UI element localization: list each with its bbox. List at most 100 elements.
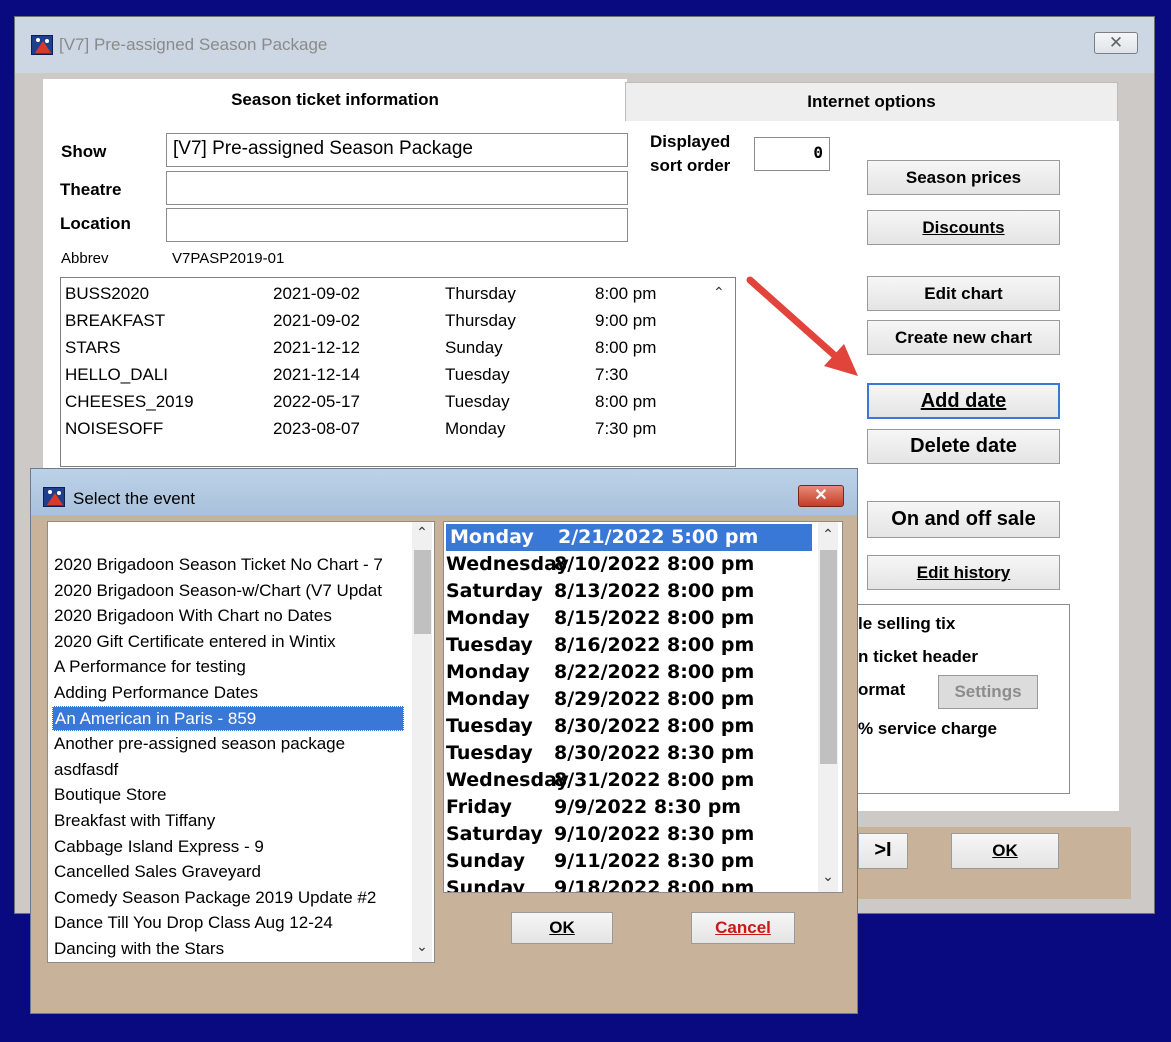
performance-row[interactable]: CHEESES_2019 2022-05-17 Tuesday 8:00 pm xyxy=(61,388,701,415)
dialog-ok-button[interactable]: OK xyxy=(511,912,613,944)
date-datetime: 8/22/2022 8:00 pm xyxy=(554,661,755,683)
date-day: Tuesday xyxy=(446,715,533,737)
event-list-item[interactable]: Dancing with the Stars xyxy=(52,936,224,961)
date-list-item[interactable]: Monday 2/21/2022 5:00 pm xyxy=(446,524,812,551)
date-day: Tuesday xyxy=(446,742,533,764)
date-list-item[interactable]: Tuesday 8/30/2022 8:00 pm xyxy=(446,713,754,740)
app-icon xyxy=(31,35,53,55)
date-list-item[interactable]: Monday 8/22/2022 8:00 pm xyxy=(446,659,754,686)
scroll-up-icon[interactable]: ⌃ xyxy=(818,526,838,543)
event-list-item[interactable]: asdfasdf xyxy=(52,757,118,782)
performance-time: 7:30 pm xyxy=(595,419,657,438)
performance-row[interactable]: HELLO_DALI 2021-12-14 Tuesday 7:30 xyxy=(61,361,701,388)
date-list-scrollbar[interactable]: ⌃ ⌄ xyxy=(818,522,838,892)
dialog-cancel-button[interactable]: Cancel xyxy=(691,912,795,944)
location-label: Location xyxy=(60,214,131,233)
delete-date-button[interactable]: Delete date xyxy=(867,429,1060,464)
date-day: Monday xyxy=(446,661,530,683)
edit-chart-button[interactable]: Edit chart xyxy=(867,276,1060,311)
on-off-sale-button[interactable]: On and off sale xyxy=(867,501,1060,538)
event-list[interactable]: 2020 Brigadoon Season Ticket No Chart - … xyxy=(47,521,435,963)
settings-button[interactable]: Settings xyxy=(938,675,1038,709)
season-prices-button[interactable]: Season prices xyxy=(867,160,1060,195)
scroll-thumb[interactable] xyxy=(820,550,837,764)
date-list-item[interactable]: Friday 9/9/2022 8:30 pm xyxy=(446,794,741,821)
event-list-item[interactable]: 2020 Brigadoon Season-w/Chart (V7 Updat xyxy=(52,578,382,603)
event-list-item[interactable]: Breakfast with Tiffany xyxy=(52,808,215,833)
performance-list[interactable]: BUSS2020 2021-09-02 Thursday 8:00 pm BREAKFA… xyxy=(60,277,736,467)
main-titlebar: [V7] Pre-assigned Season Package ✕ xyxy=(15,17,1154,73)
performance-row[interactable]: BREAKFAST 2021-09-02 Thursday 9:00 pm xyxy=(61,307,701,334)
date-list-item[interactable]: Tuesday 8/30/2022 8:30 pm xyxy=(446,740,754,767)
annotation-arrow-icon xyxy=(746,276,858,376)
event-list-item[interactable]: An American in Paris - 859 xyxy=(52,705,404,731)
event-list-item[interactable]: 2020 Brigadoon With Chart no Dates xyxy=(52,603,332,628)
date-list[interactable]: Monday 2/21/2022 5:00 pm Wednesday8/10/202… xyxy=(443,521,843,893)
performance-code: BUSS2020 xyxy=(65,284,150,303)
date-list-item[interactable]: Saturday 9/10/2022 8:30 pm xyxy=(446,821,754,848)
main-ok-button[interactable]: OK xyxy=(951,833,1059,869)
discounts-button[interactable]: Discounts xyxy=(867,210,1060,245)
event-list-item[interactable]: Comedy Season Package 2019 Update #2 xyxy=(52,885,376,910)
performance-code: BREAKFAST xyxy=(65,311,166,330)
option-selling-tix: le selling tix xyxy=(858,614,956,633)
date-day: Wednesday xyxy=(446,769,569,791)
create-new-chart-button[interactable]: Create new chart xyxy=(867,320,1060,355)
scroll-down-icon[interactable]: ⌄ xyxy=(412,938,432,955)
event-list-item[interactable]: 2020 Brigadoon Season Ticket No Chart - … xyxy=(52,552,383,577)
performance-row[interactable]: STARS 2021-12-12 Sunday 8:00 pm xyxy=(61,334,701,361)
event-list-item[interactable]: Dance Till You Drop Class Aug 12-24 xyxy=(52,910,333,935)
option-service-charge: % service charge xyxy=(858,719,997,738)
event-list-item[interactable]: Another pre-assigned season package xyxy=(52,731,345,756)
tab-season-ticket-information[interactable]: Season ticket information xyxy=(43,79,627,125)
date-datetime: 8/15/2022 8:00 pm xyxy=(554,607,755,629)
show-field[interactable]: [V7] Pre-assigned Season Package xyxy=(166,133,628,167)
performance-code: NOISESOFF xyxy=(65,419,164,438)
event-list-item[interactable]: Boutique Store xyxy=(52,782,166,807)
date-datetime: 9/9/2022 8:30 pm xyxy=(554,796,742,818)
date-list-item[interactable]: Wednesday8/10/2022 8:00 pm xyxy=(446,551,754,578)
date-datetime: 2/21/2022 5:00 pm xyxy=(558,526,759,548)
sort-order-field[interactable]: 0 xyxy=(754,137,830,171)
date-list-item[interactable]: Tuesday 8/16/2022 8:00 pm xyxy=(446,632,754,659)
performance-date: 2021-09-02 xyxy=(273,284,360,303)
edit-history-button[interactable]: Edit history xyxy=(867,555,1060,590)
date-day: Saturday xyxy=(446,580,543,602)
performance-row[interactable]: BUSS2020 2021-09-02 Thursday 8:00 pm xyxy=(61,280,701,307)
theatre-field[interactable] xyxy=(166,171,628,205)
event-list-scrollbar[interactable]: ⌃ ⌄ xyxy=(412,522,432,962)
location-field[interactable] xyxy=(166,208,628,242)
option-format: ormat xyxy=(858,680,906,699)
scroll-thumb[interactable] xyxy=(414,550,431,634)
date-datetime: 9/10/2022 8:30 pm xyxy=(554,823,755,845)
event-list-item[interactable]: Adding Performance Dates xyxy=(52,680,258,705)
performance-code: CHEESES_2019 xyxy=(65,392,194,411)
event-list-item[interactable]: Cabbage Island Express - 9 xyxy=(52,834,264,859)
tab-internet-options[interactable]: Internet options xyxy=(625,82,1118,122)
sort-order-label-2: sort order xyxy=(650,156,731,175)
last-record-button[interactable]: >I xyxy=(858,833,908,869)
event-list-item[interactable]: Cancelled Sales Graveyard xyxy=(52,859,261,884)
scroll-down-icon[interactable]: ⌄ xyxy=(818,868,838,885)
performance-time: 9:00 pm xyxy=(595,311,657,330)
event-list-item[interactable]: 2020 Gift Certificate entered in Wintix xyxy=(52,629,336,654)
scroll-up-icon[interactable]: ⌃ xyxy=(412,524,432,541)
performance-date: 2021-12-12 xyxy=(273,338,360,357)
date-list-item[interactable]: Monday 8/29/2022 8:00 pm xyxy=(446,686,754,713)
date-list-item[interactable]: Monday 8/15/2022 8:00 pm xyxy=(446,605,754,632)
event-list-item[interactable]: A Performance for testing xyxy=(52,654,246,679)
date-list-item[interactable]: Sunday 9/18/2022 8:00 pm xyxy=(446,875,755,893)
add-date-button[interactable]: Add date xyxy=(867,383,1060,419)
dialog-close-button[interactable]: ✕ xyxy=(798,485,844,507)
date-datetime: 8/29/2022 8:00 pm xyxy=(554,688,755,710)
performance-date: 2023-08-07 xyxy=(273,419,360,438)
date-list-item[interactable]: Saturday 8/13/2022 8:00 pm xyxy=(446,578,754,605)
performance-code: STARS xyxy=(65,338,121,357)
performance-row[interactable]: NOISESOFF 2023-08-07 Monday 7:30 pm xyxy=(61,415,701,442)
perf-scroll-up-icon[interactable]: ⌃ xyxy=(713,284,725,301)
dialog-titlebar: Select the event ✕ xyxy=(31,469,857,515)
main-close-button[interactable]: ✕ xyxy=(1094,32,1138,54)
date-list-item[interactable]: Sunday 9/11/2022 8:30 pm xyxy=(446,848,754,875)
date-datetime: 9/18/2022 8:00 pm xyxy=(554,877,755,893)
date-list-item[interactable]: Wednesday8/31/2022 8:00 pm xyxy=(446,767,754,794)
